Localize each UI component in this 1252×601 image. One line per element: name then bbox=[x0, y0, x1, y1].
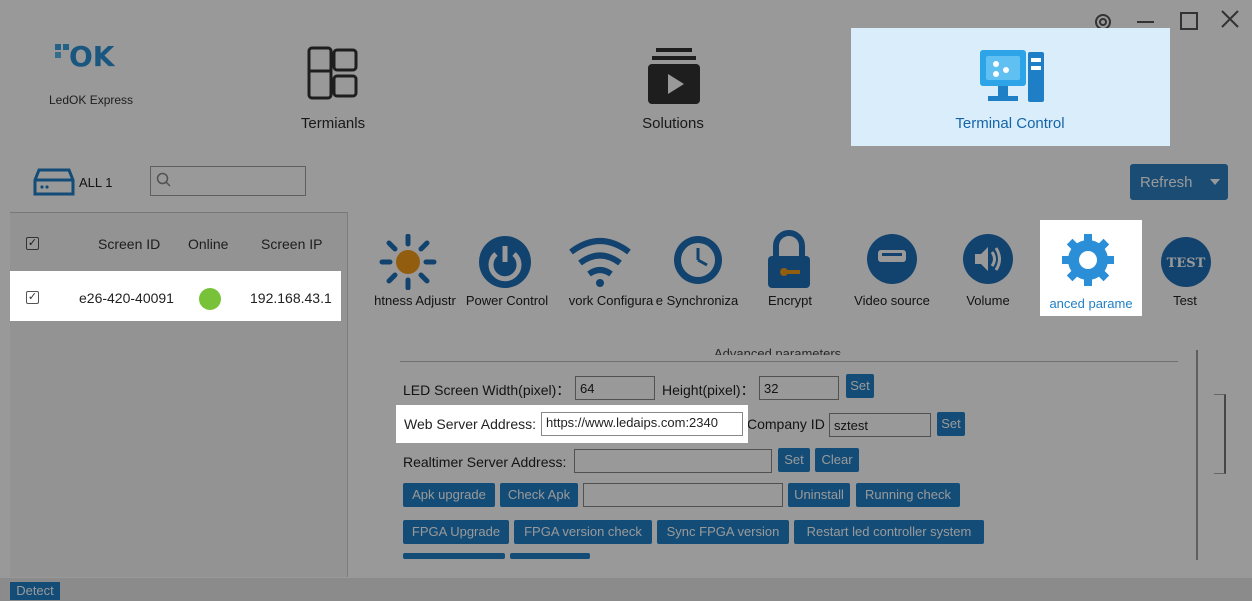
restart-controller-button[interactable]: Restart led controller system bbox=[794, 520, 984, 544]
list-divider bbox=[10, 212, 347, 213]
fn-encrypt-label[interactable]: Encrypt bbox=[750, 293, 830, 308]
search-input[interactable] bbox=[150, 166, 306, 196]
check-apk-button[interactable]: Check Apk bbox=[500, 483, 578, 507]
highlight-terminal-control-label: Terminal Control bbox=[955, 115, 1065, 132]
highlight-online-dot bbox=[199, 288, 221, 310]
highlight-web-server-label: Web Server Address: bbox=[404, 416, 537, 432]
realtimer-input[interactable] bbox=[574, 449, 772, 473]
company-id-label: Company ID bbox=[747, 416, 825, 432]
apk-upgrade-button[interactable]: Apk upgrade bbox=[403, 483, 495, 507]
set-company-button[interactable]: Set bbox=[937, 412, 965, 436]
terminal-list-panel bbox=[10, 212, 348, 577]
status-bar bbox=[0, 578, 1252, 601]
company-id-input[interactable] bbox=[829, 413, 931, 437]
search-icon bbox=[156, 172, 172, 193]
uninstall-button[interactable]: Uninstall bbox=[788, 483, 850, 507]
vertical-scrollbar-track[interactable] bbox=[1196, 350, 1198, 560]
highlight-row-checkbox[interactable]: ✓ bbox=[26, 291, 39, 304]
app-logo: OK bbox=[53, 38, 123, 78]
section-divider bbox=[400, 361, 1178, 362]
fn-volume-label[interactable]: Volume bbox=[950, 293, 1026, 308]
test-icon[interactable]: TEST bbox=[1159, 235, 1213, 294]
set-size-button[interactable]: Set bbox=[846, 374, 874, 398]
apk-select[interactable] bbox=[583, 483, 783, 507]
highlight-terminal-control: Terminal Control bbox=[851, 28, 1170, 146]
highlight-web-server: Web Server Address: https://www.ledaips.… bbox=[396, 405, 748, 443]
fn-brightness-label[interactable]: htness Adjustr bbox=[370, 293, 460, 308]
svg-text:TEST: TEST bbox=[1167, 256, 1206, 271]
col-screen-ip[interactable]: Screen IP bbox=[261, 236, 322, 252]
refresh-button[interactable]: Refresh bbox=[1130, 164, 1228, 200]
all-count-label: ALL 1 bbox=[79, 175, 113, 190]
fn-time-sync-label[interactable]: e Synchroniza bbox=[653, 293, 741, 308]
nav-solutions[interactable]: Solutions bbox=[608, 115, 738, 132]
sun-icon[interactable] bbox=[378, 233, 438, 295]
width-input[interactable] bbox=[575, 376, 655, 400]
device-icon bbox=[33, 166, 75, 203]
refresh-label: Refresh bbox=[1140, 174, 1193, 191]
height-label: Height(pixel)： bbox=[662, 382, 755, 398]
width-label: LED Screen Width(pixel)： bbox=[403, 382, 571, 398]
clear-button[interactable]: Clear bbox=[815, 448, 859, 472]
realtimer-label: Realtimer Server Address: bbox=[403, 454, 567, 470]
set-realtimer-button[interactable]: Set bbox=[778, 448, 810, 472]
scrollbar-thumb[interactable] bbox=[1214, 394, 1226, 474]
app-name: LedOK Express bbox=[49, 93, 134, 107]
fpga-version-check-button[interactable]: FPGA version check bbox=[514, 520, 652, 544]
section-title: Advanced parameters bbox=[714, 346, 842, 355]
more-button-2[interactable] bbox=[510, 553, 590, 559]
highlight-web-server-value: https://www.ledaips.com:2340 bbox=[546, 415, 718, 430]
close-icon[interactable] bbox=[1219, 8, 1241, 35]
clock-icon[interactable] bbox=[669, 230, 727, 293]
select-all-checkbox[interactable]: ✓ bbox=[26, 237, 39, 250]
col-screen-id[interactable]: Screen ID bbox=[98, 236, 160, 252]
minimize-icon[interactable] bbox=[1137, 21, 1154, 23]
maximize-icon[interactable] bbox=[1180, 12, 1198, 30]
running-check-button[interactable]: Running check bbox=[856, 483, 960, 507]
sync-fpga-button[interactable]: Sync FPGA version bbox=[657, 520, 789, 544]
chevron-down-icon[interactable] bbox=[1210, 179, 1220, 185]
more-button-1[interactable] bbox=[403, 553, 505, 559]
nav-terminals[interactable]: Termianls bbox=[268, 115, 398, 132]
height-input[interactable] bbox=[759, 376, 839, 400]
lock-icon[interactable] bbox=[764, 230, 814, 297]
highlight-advanced-params: anced parame bbox=[1040, 220, 1142, 316]
col-online[interactable]: Online bbox=[188, 236, 228, 252]
power-icon[interactable] bbox=[474, 232, 536, 295]
detect-button[interactable]: Detect bbox=[10, 582, 60, 600]
solutions-icon bbox=[646, 44, 702, 113]
video-icon[interactable] bbox=[865, 232, 919, 291]
highlight-advanced-label: anced parame bbox=[1049, 296, 1133, 311]
fn-power-label[interactable]: Power Control bbox=[459, 293, 555, 308]
terminals-icon bbox=[300, 44, 364, 109]
highlight-row: ✓ e26-420-40091 192.168.43.1 bbox=[10, 271, 341, 321]
highlight-row-screen-id: e26-420-40091 bbox=[79, 290, 174, 306]
wifi-icon[interactable] bbox=[567, 236, 633, 293]
highlight-web-server-select[interactable]: https://www.ledaips.com:2340 bbox=[541, 412, 743, 436]
svg-text:OK: OK bbox=[69, 40, 116, 73]
fn-video-source-label[interactable]: Video source bbox=[845, 293, 939, 308]
highlight-row-screen-ip: 192.168.43.1 bbox=[250, 290, 332, 306]
speaker-icon[interactable] bbox=[961, 232, 1015, 291]
fn-test-label[interactable]: Test bbox=[1160, 293, 1210, 308]
fn-network-label[interactable]: vork Configura bbox=[567, 293, 655, 308]
fpga-upgrade-button[interactable]: FPGA Upgrade bbox=[403, 520, 509, 544]
